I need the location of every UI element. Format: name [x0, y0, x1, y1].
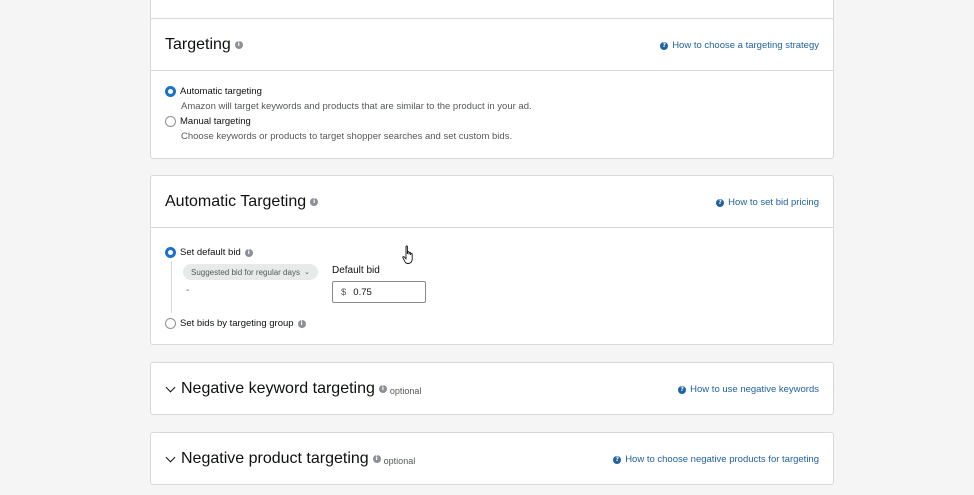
negative-keyword-title-text: Negative keyword targeting — [181, 380, 375, 397]
negative-keyword-panel[interactable]: Negative keyword targeting i optional ? … — [150, 362, 834, 415]
help-icon: ? — [613, 455, 622, 464]
suggested-bid-value: - — [186, 285, 190, 296]
targeting-group-label: Set bids by targeting group i — [180, 318, 306, 329]
automatic-targeting-header: Automatic Targeting i ? How to set bid p… — [151, 176, 833, 228]
default-bid-label: Default bid — [332, 265, 380, 276]
help-icon: ? — [716, 198, 725, 207]
chevron-down-icon[interactable] — [165, 452, 176, 462]
targeting-group-radio[interactable] — [165, 318, 176, 329]
bid-pricing-help-link[interactable]: ? How to set bid pricing — [716, 197, 819, 208]
negative-keywords-help-link[interactable]: ? How to use negative keywords — [678, 384, 819, 395]
info-icon[interactable]: i — [234, 41, 243, 49]
negative-product-panel[interactable]: Negative product targeting i optional ? … — [150, 432, 834, 485]
info-icon[interactable]: i — [372, 455, 381, 463]
targeting-title-text: Targeting — [165, 36, 231, 53]
negative-product-title[interactable]: Negative product targeting i optional — [165, 450, 415, 468]
targeting-group-option[interactable]: Set bids by targeting group i — [165, 318, 306, 329]
automatic-targeting-radio[interactable] — [165, 86, 176, 97]
indent-bar — [171, 261, 172, 313]
automatic-targeting-title: Automatic Targeting i — [165, 193, 319, 211]
automatic-targeting-label: Automatic targeting — [180, 86, 262, 97]
automatic-targeting-title-text: Automatic Targeting — [165, 193, 307, 210]
suggested-bid-label: Suggested bid for regular days — [191, 267, 300, 277]
help-icon: ? — [678, 385, 687, 394]
targeting-header: Targeting i ? How to choose a targeting … — [151, 19, 833, 71]
manual-targeting-desc: Choose keywords or products to target sh… — [181, 131, 513, 142]
default-bid-section: Suggested bid for regular days ⌄ - Defau… — [151, 228, 833, 328]
manual-targeting-label: Manual targeting — [180, 116, 251, 127]
chevron-down-icon: ⌄ — [303, 269, 310, 276]
targeting-title: Targeting i — [165, 36, 243, 54]
negative-product-title-text: Negative product targeting — [181, 450, 369, 467]
info-icon[interactable]: i — [378, 385, 387, 393]
help-link-text: How to choose a targeting strategy — [672, 40, 819, 51]
targeting-strategy-help-link[interactable]: ? How to choose a targeting strategy — [660, 40, 819, 51]
help-icon: ? — [660, 41, 669, 50]
automatic-targeting-option[interactable]: Automatic targeting — [165, 86, 262, 97]
hand-cursor-icon — [402, 245, 413, 264]
optional-tag: optional — [389, 386, 422, 396]
help-link-text: How to set bid pricing — [728, 197, 819, 208]
optional-tag: optional — [383, 456, 416, 466]
automatic-targeting-desc: Amazon will target keywords and products… — [181, 101, 532, 112]
targeting-group-text: Set bids by targeting group — [180, 318, 294, 329]
manual-targeting-radio[interactable] — [165, 116, 176, 127]
help-link-text: How to choose negative products for targ… — [625, 454, 819, 465]
suggested-bid-dropdown[interactable]: Suggested bid for regular days ⌄ — [183, 264, 318, 280]
help-link-text: How to use negative keywords — [690, 384, 819, 395]
default-bid-input[interactable]: $ 0.75 — [332, 281, 426, 303]
info-icon[interactable]: i — [310, 198, 319, 206]
chevron-down-icon[interactable] — [165, 382, 176, 392]
manual-targeting-option[interactable]: Manual targeting — [165, 116, 251, 127]
currency-symbol: $ — [341, 286, 347, 298]
bid-value: 0.75 — [353, 286, 372, 298]
targeting-panel: Targeting i ? How to choose a targeting … — [150, 18, 834, 159]
negative-products-help-link[interactable]: ? How to choose negative products for ta… — [613, 454, 819, 465]
info-icon[interactable]: i — [297, 319, 306, 328]
negative-keyword-title[interactable]: Negative keyword targeting i optional — [165, 380, 421, 398]
automatic-targeting-panel: Automatic Targeting i ? How to set bid p… — [150, 175, 834, 345]
